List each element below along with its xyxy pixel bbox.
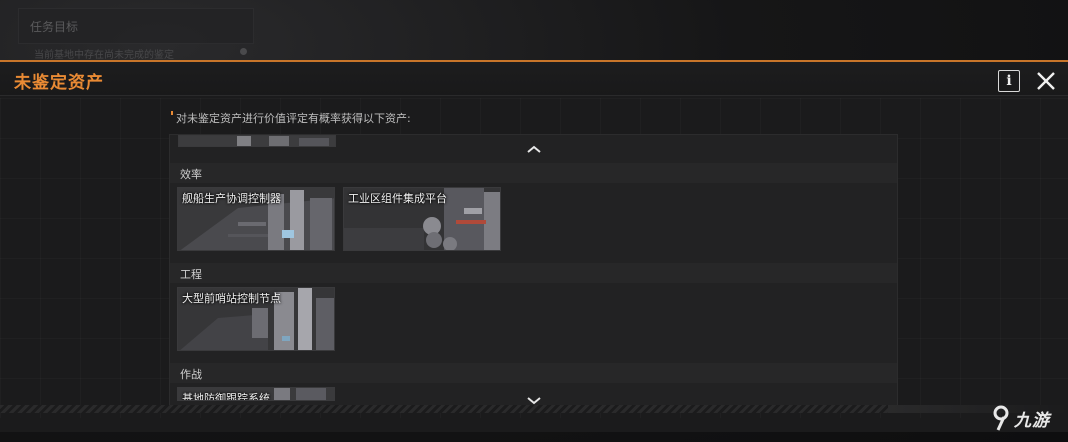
chevron-up-icon: [527, 145, 541, 153]
asset-name: 大型前哨站控制节点: [182, 292, 281, 305]
asset-card[interactable]: 大型前哨站控制节点: [177, 287, 335, 351]
watermark-logo-icon: [993, 405, 1009, 431]
asset-card-partial: [178, 135, 336, 147]
section-header-engineering: 工程: [170, 263, 897, 283]
modal-bottom-stripe: [0, 405, 888, 413]
info-icon: i: [1006, 73, 1012, 89]
background-status-dot: [240, 48, 247, 55]
asset-name: 工业区组件集成平台: [348, 192, 447, 205]
section-label: 效率: [180, 168, 202, 181]
modal-title: 未鉴定资产: [14, 73, 104, 93]
close-button[interactable]: [1034, 69, 1058, 93]
asset-card[interactable]: 舰船生产协调控制器: [177, 187, 335, 251]
section-header-combat: 作战: [170, 363, 897, 383]
asset-name: 基地防御跟踪系统: [182, 392, 270, 401]
background-objective-title: 任务目标: [30, 20, 79, 34]
close-icon: [1037, 72, 1055, 90]
scroll-down-button[interactable]: [526, 391, 542, 405]
asset-card[interactable]: 基地防御跟踪系统: [177, 387, 335, 401]
unidentified-assets-modal: 未鉴定资产 i 对未鉴定资产进行价值评定有概率获得以下资产: 效率 舰船生产协调…: [0, 60, 1068, 432]
info-button[interactable]: i: [998, 70, 1020, 92]
scroll-up-button[interactable]: [526, 139, 542, 153]
watermark: 九游: [990, 400, 1066, 436]
background-objective-subtitle: 当前基地中存在尚未完成的鉴定: [34, 50, 174, 61]
modal-header: 未鉴定资产 i: [0, 62, 1068, 96]
hint-text: 对未鉴定资产进行价值评定有概率获得以下资产:: [176, 112, 411, 125]
watermark-text: 九游: [1014, 410, 1050, 431]
section-label: 作战: [180, 368, 202, 381]
section-header-efficiency: 效率: [170, 163, 897, 183]
hint-marker: [171, 111, 173, 115]
asset-name: 舰船生产协调控制器: [182, 192, 281, 205]
asset-list-panel[interactable]: 效率 舰船生产协调控制器 工业区组件集成平台 工程 大型前哨站控制节点 作战 基…: [169, 134, 898, 409]
asset-card[interactable]: 工业区组件集成平台: [343, 187, 501, 251]
section-label: 工程: [180, 268, 202, 281]
asset-art: [179, 136, 335, 146]
